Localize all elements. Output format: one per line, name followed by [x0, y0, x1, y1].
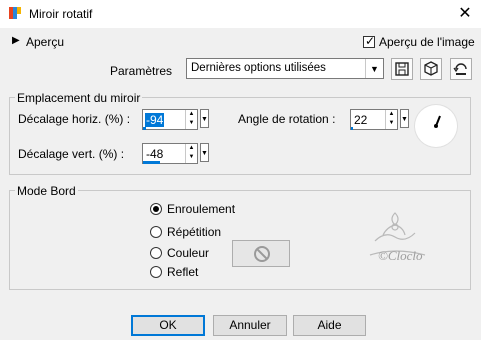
- label-enroulement[interactable]: Enroulement: [167, 202, 235, 216]
- edge-group-title: Mode Bord: [15, 184, 78, 198]
- hoffset-label: Décalage horiz. (%) :: [18, 112, 131, 126]
- preset-value: Dernières options utilisées: [191, 62, 326, 74]
- cube-icon: [424, 61, 438, 76]
- radio-reflet[interactable]: [150, 266, 162, 278]
- angle-menu-button[interactable]: ▼: [400, 109, 409, 128]
- window-title: Miroir rotatif: [29, 7, 93, 21]
- reset-icon: [453, 63, 467, 75]
- angle-value: 22: [354, 113, 368, 127]
- watermark-logo: [369, 212, 426, 256]
- preview-checkbox[interactable]: ✓: [363, 34, 375, 48]
- voffset-menu-button[interactable]: ▼: [200, 143, 209, 162]
- label-couleur[interactable]: Couleur: [167, 246, 209, 260]
- reset-button[interactable]: [450, 58, 472, 80]
- preview-label: Aperçu de l'image: [379, 35, 475, 49]
- ok-button[interactable]: OK: [131, 315, 205, 336]
- app-icon: [9, 7, 21, 19]
- label-repetition[interactable]: Répétition: [167, 225, 221, 239]
- angle-stepper[interactable]: ▲ ▼: [385, 110, 397, 129]
- expand-arrow-icon[interactable]: ▶: [12, 35, 20, 46]
- voffset-label: Décalage vert. (%) :: [18, 147, 125, 161]
- angle-dial[interactable]: [415, 105, 457, 147]
- mirror-group-title: Emplacement du miroir: [15, 91, 143, 105]
- random-button[interactable]: [420, 58, 442, 80]
- radio-repetition[interactable]: [150, 226, 162, 238]
- radio-enroulement[interactable]: [150, 203, 162, 215]
- angle-label: Angle de rotation :: [238, 112, 336, 126]
- no-icon: [254, 246, 270, 262]
- close-icon[interactable]: ✕: [455, 4, 475, 24]
- angle-slider[interactable]: [351, 127, 353, 130]
- color-swatch-button[interactable]: [232, 240, 290, 267]
- hoffset-stepper[interactable]: ▲ ▼: [185, 110, 197, 129]
- voffset-value: -48: [146, 147, 164, 161]
- params-label: Paramètres: [110, 64, 173, 78]
- label-reflet[interactable]: Reflet: [167, 265, 198, 279]
- hoffset-slider[interactable]: [143, 127, 146, 130]
- apercu-toggle[interactable]: Aperçu: [26, 35, 64, 49]
- voffset-stepper[interactable]: ▲ ▼: [185, 144, 197, 163]
- hoffset-input[interactable]: -94 ▲ ▼: [142, 109, 198, 130]
- radio-couleur[interactable]: [150, 247, 162, 259]
- preset-select[interactable]: Dernières options utilisées ▼: [186, 58, 384, 79]
- angle-input[interactable]: 22 ▲ ▼: [350, 109, 398, 130]
- watermark-text: ©Cloclo: [378, 248, 423, 263]
- hoffset-value: -94: [145, 113, 165, 127]
- save-icon: [395, 62, 409, 76]
- help-button[interactable]: Aide: [293, 315, 366, 336]
- cancel-button[interactable]: Annuler: [213, 315, 287, 336]
- save-preset-button[interactable]: [391, 58, 413, 80]
- dial-needle-icon: [434, 115, 441, 128]
- hoffset-menu-button[interactable]: ▼: [200, 109, 209, 128]
- chevron-down-icon[interactable]: ▼: [365, 59, 383, 78]
- voffset-slider[interactable]: [143, 161, 160, 164]
